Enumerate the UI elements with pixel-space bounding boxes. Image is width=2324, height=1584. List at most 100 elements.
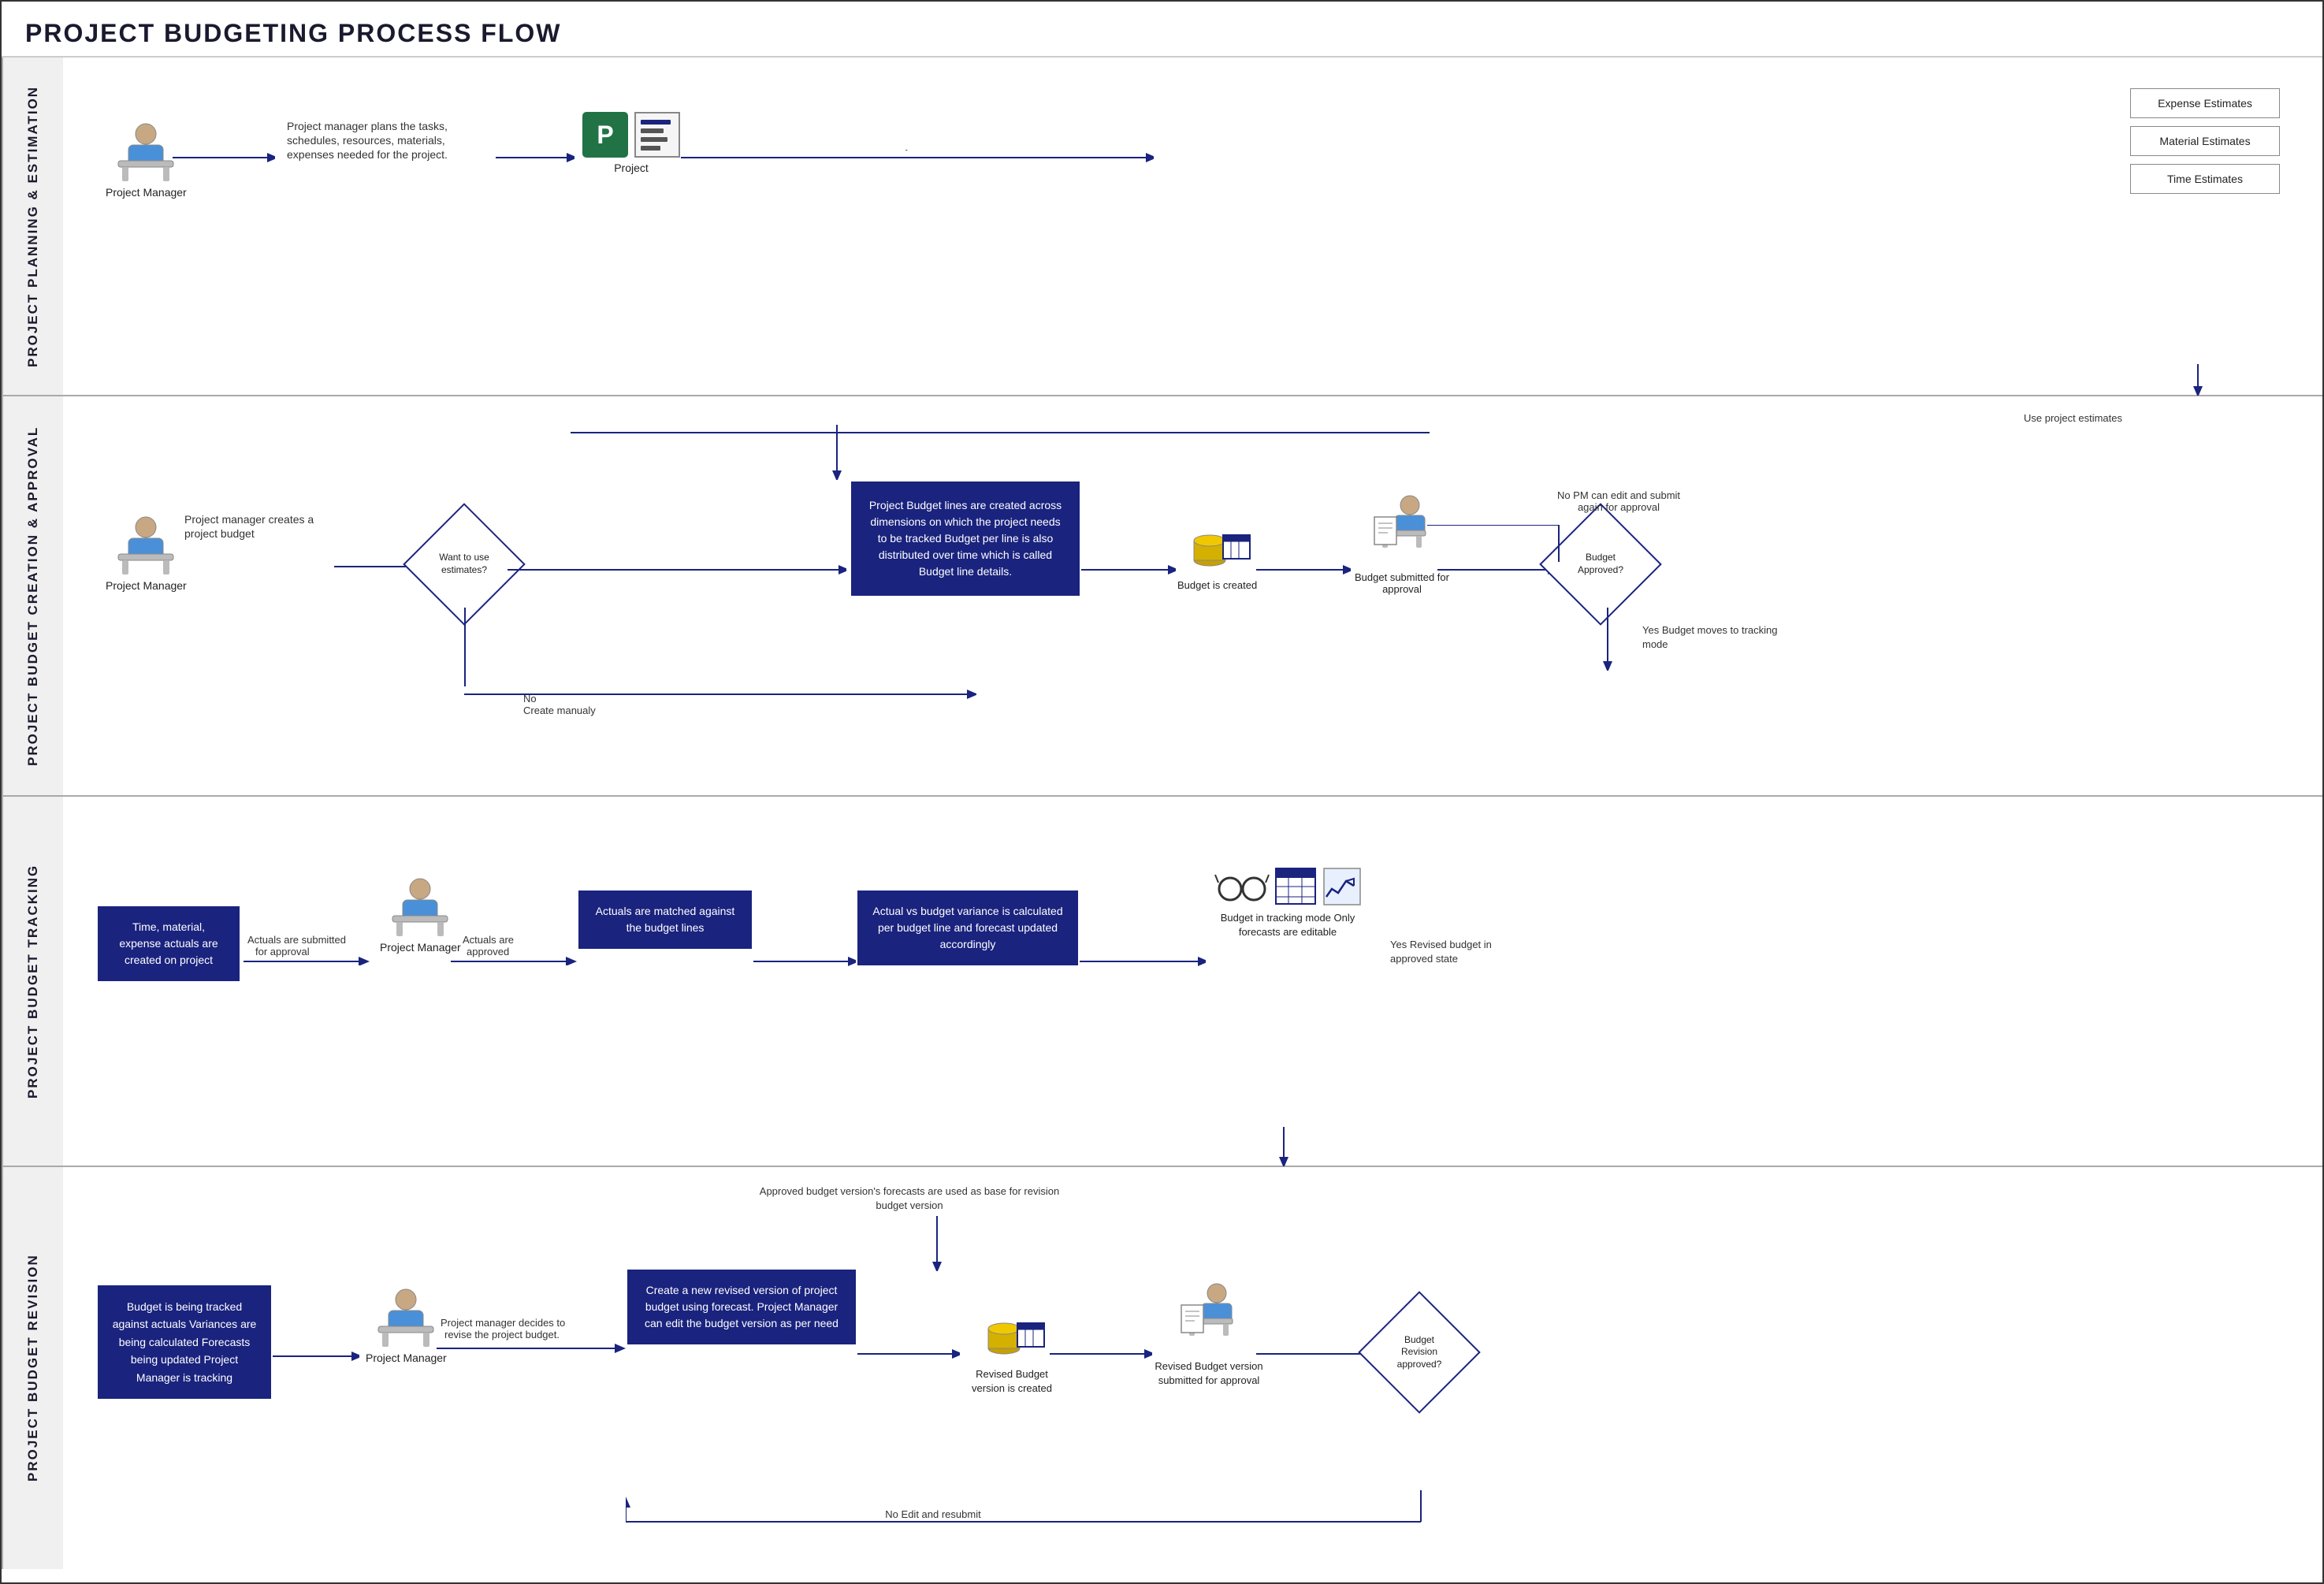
p-icon: P [582, 112, 628, 158]
person-desk-icon-4 [374, 1285, 437, 1348]
svg-text:approved: approved [467, 946, 509, 957]
check-line-3 [641, 137, 667, 142]
forecast-svg [1322, 867, 1362, 906]
yes-revised-label: Yes Revised budget in approved state [1390, 938, 1532, 966]
estimate-stack: Expense Estimates Material Estimates Tim… [2130, 88, 2280, 194]
arrow-variance-to-tracking [1080, 954, 1206, 969]
revised-submitted-label: Revised Budget version submitted for app… [1154, 1359, 1264, 1388]
arrow-yes-to-budgetlines: Yes [508, 562, 846, 578]
glasses-svg [1214, 867, 1270, 906]
arrow-budgetlines-to-created [1081, 562, 1176, 578]
diamond-3-text: Budget Revision approved? [1386, 1334, 1453, 1371]
svg-text:Actuals are submitted: Actuals are submitted [247, 934, 346, 946]
budget-created-icon: Budget is created [1177, 505, 1257, 591]
lane3-content: Time, material, expense actuals are crea… [63, 797, 2322, 1166]
variance-box: Actual vs budget variance is calculated … [857, 891, 1078, 965]
arrow-status-actor4 [273, 1348, 359, 1364]
arrow-revise-wrap: Project manager decides to revise the pr… [437, 1317, 626, 1360]
vert-arrow-3-to-4 [1276, 1127, 1292, 1166]
svg-text:Project manager decides to: Project manager decides to [441, 1317, 565, 1329]
arrow-actuals-submitted-svg: Actuals are submitted for approval [244, 934, 370, 965]
svg-text:Actuals are: Actuals are [463, 934, 514, 946]
revised-created-icon: Revised Budget version is created [961, 1293, 1063, 1396]
arrow-to-diamond3 [1256, 1346, 1374, 1362]
down-from-note [929, 1216, 945, 1271]
arrow-1c: Estimations are created for Project Time… [681, 150, 1154, 165]
actor-pm-4: Project Manager [366, 1285, 447, 1364]
revised-submitted-svg [1173, 1277, 1244, 1356]
lane-label-planning: PROJECT PLANNING & ESTIMATION [2, 58, 63, 395]
arrow-1b [496, 150, 574, 165]
flow-container: PROJECT PLANNING & ESTIMATION Proj [2, 58, 2322, 1569]
actor-label-2: Project Manager [106, 579, 187, 592]
diamond-1-text: Want to use estimates? [429, 552, 500, 576]
arrow-to-revised-created [857, 1346, 960, 1362]
lane-label-tracking: PROJECT BUDGET TRACKING [2, 797, 63, 1166]
lane-revision: PROJECT BUDGET REVISION Approved budget … [2, 1167, 2322, 1569]
person-desk-icon-2 [114, 513, 177, 576]
revised-created-svg [976, 1293, 1047, 1364]
person-desk-icon-1 [114, 120, 177, 183]
page: PROJECT BUDGETING PROCESS FLOW PROJECT P… [0, 0, 2324, 1584]
actuals-matched-box: Actuals are matched against the budget l… [578, 891, 752, 949]
desc-2: Project manager creates a project budget [184, 513, 334, 541]
project-icon-area: P Project [582, 112, 680, 174]
actor-label-3: Project Manager [380, 941, 461, 954]
check-line-4 [641, 146, 660, 151]
svg-text:revise the project budget.: revise the project budget. [444, 1329, 560, 1340]
diamond-3-wrap: Budget Revision approved? [1376, 1309, 1463, 1396]
checklist-icon [634, 112, 680, 158]
lane-label-revision: PROJECT BUDGET REVISION [2, 1167, 63, 1569]
revised-created-label: Revised Budget version is created [961, 1367, 1063, 1396]
actor-label-1: Project Manager [106, 186, 187, 199]
budget-created-svg [1182, 505, 1253, 576]
vert-arrow-1-to-2 [2190, 364, 2206, 396]
check-line-1 [641, 120, 671, 125]
project-label: Project [614, 162, 649, 174]
revised-submitted-icon: Revised Budget version submitted for app… [1154, 1277, 1264, 1388]
arrow-to-revised-submitted [1050, 1346, 1152, 1362]
budget-lines-box: Project Budget lines are created across … [851, 482, 1080, 596]
actor-pm-2: Project Manager [106, 513, 187, 592]
lane1-content: Project Manager Project manager plans th… [63, 58, 2322, 395]
arrow-actuals-submitted-wrap: Actuals are submitted for approval [244, 934, 370, 965]
actor-label-4: Project Manager [366, 1352, 447, 1364]
svg-text:for approval: for approval [255, 946, 310, 957]
lane-tracking: PROJECT BUDGET TRACKING Time, material, … [2, 797, 2322, 1167]
arrow-1a [173, 150, 275, 165]
svg-text:Yes: Yes [515, 562, 533, 563]
person-desk-icon-3 [389, 875, 452, 938]
use-estimates-label: Use project estimates [2024, 412, 2122, 424]
no-resubmit-label-lane2: No PM can edit and submit again for appr… [1548, 489, 1690, 513]
no-edit-resubmit-arrow: No Edit and resubmit [626, 1482, 1422, 1530]
time-estimates: Time Estimates [2130, 164, 2280, 194]
expense-estimates: Expense Estimates [2130, 88, 2280, 118]
svg-text:Estimations are created for Pr: Estimations are created for Project [754, 150, 924, 151]
arrow-created-to-submitted [1256, 562, 1351, 578]
diamond-2-wrap: Budget Approved? [1557, 521, 1644, 608]
top-connection-arrow [571, 425, 1437, 441]
tracking-mode-icon: Budget in tracking mode Only forecasts a… [1209, 867, 1367, 939]
svg-text:Time, Material, Expense: Time, Material, Expense [779, 163, 898, 165]
lane2-content: Use project estimates [63, 396, 2322, 795]
lane4-content: Approved budget version's forecasts are … [63, 1167, 2322, 1569]
tracking-status-box: Budget is being tracked against actuals … [98, 1285, 271, 1399]
arrow-actuals-approved-svg: Actuals are approved [451, 934, 577, 965]
diamond-1-text-wrap: Want to use estimates? [421, 521, 508, 608]
diamond-2-text: Budget Approved? [1567, 552, 1634, 576]
no-loop-arrow [1427, 525, 1560, 572]
check-line-2 [641, 128, 664, 133]
diamond-2-text-wrap: Budget Approved? [1557, 521, 1644, 608]
down-from-diamond2 [1600, 608, 1616, 671]
arrow-revise-svg: Project manager decides to revise the pr… [437, 1317, 626, 1356]
lane-creation: PROJECT BUDGET CREATION & APPROVAL Use p… [2, 396, 2322, 797]
diamond-1-wrap: Want to use estimates? [421, 521, 508, 608]
actor-pm-3: Project Manager [380, 875, 461, 954]
budget-submitted-label: Budget submitted for approval [1355, 571, 1449, 595]
lane-label-creation: PROJECT BUDGET CREATION & APPROVAL [2, 396, 63, 795]
arrow-actuals-approved-wrap: Actuals are approved [451, 934, 577, 969]
arrow-matched-variance [753, 954, 856, 969]
no-create-manually-label: NoCreate manualy [523, 693, 596, 716]
revised-version-box: Create a new revised version of project … [627, 1270, 856, 1344]
down-from-top [829, 425, 845, 480]
